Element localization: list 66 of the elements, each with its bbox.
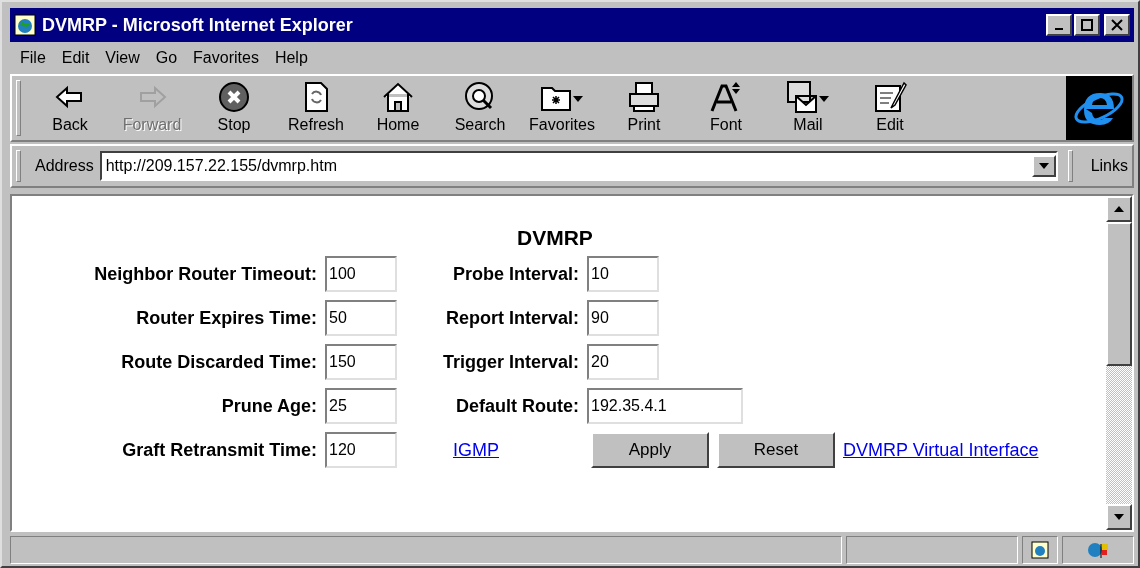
input-field[interactable]: 10 bbox=[587, 256, 659, 292]
input-field[interactable]: 150 bbox=[325, 344, 397, 380]
links-button[interactable]: Links bbox=[1086, 157, 1132, 175]
stop-icon bbox=[217, 80, 251, 114]
field-label: Report Interval: bbox=[444, 307, 580, 329]
field-label: Default Route: bbox=[455, 395, 580, 417]
caret-icon bbox=[1038, 163, 1049, 169]
address-field[interactable]: http://209.157.22.155/dvmrp.htm bbox=[99, 151, 1058, 181]
toolbar-button[interactable]: Search bbox=[439, 80, 521, 134]
input-field[interactable]: 20 bbox=[587, 344, 659, 380]
maximize-icon bbox=[1081, 19, 1093, 31]
toolbar-button[interactable]: Font bbox=[685, 80, 767, 134]
field-label: Route Discarded Time: bbox=[120, 351, 318, 373]
page-globe-icon bbox=[1031, 541, 1049, 559]
input-field[interactable]: 90 bbox=[587, 300, 659, 336]
menu-item[interactable]: View bbox=[99, 47, 146, 69]
input-field[interactable]: 120 bbox=[325, 432, 397, 468]
menu-item[interactable]: Edit bbox=[55, 47, 96, 69]
network-zone-icon bbox=[1087, 541, 1109, 559]
scroll-up-button[interactable] bbox=[1106, 196, 1132, 222]
up-caret-icon bbox=[1114, 206, 1124, 212]
menu-item[interactable]: Go bbox=[149, 47, 184, 69]
field-label: Prune Age: bbox=[220, 395, 318, 417]
menu-item[interactable]: File bbox=[14, 47, 52, 69]
toolbar-button[interactable]: Edit bbox=[849, 80, 931, 134]
menu-item[interactable]: Help bbox=[268, 47, 314, 69]
page-heading: DVMRP bbox=[517, 226, 593, 250]
mail-icon bbox=[786, 80, 830, 114]
field-label: Router Expires Time: bbox=[135, 307, 318, 329]
scrollbar[interactable] bbox=[1106, 196, 1132, 530]
input-field[interactable]: 100 bbox=[325, 256, 397, 292]
close-button[interactable] bbox=[1104, 14, 1130, 36]
page-globe-icon bbox=[14, 14, 36, 36]
toolbar-button[interactable]: Mail bbox=[767, 80, 849, 134]
font-size-icon bbox=[709, 80, 743, 114]
dropdown-button[interactable] bbox=[1031, 155, 1056, 177]
input-field[interactable]: 25 bbox=[325, 388, 397, 424]
window-title: DVMRP - Microsoft Internet Explorer bbox=[42, 14, 354, 36]
printer-icon bbox=[627, 80, 661, 114]
menu-item[interactable]: Favorites bbox=[187, 47, 265, 69]
close-icon bbox=[1111, 19, 1123, 31]
form-button[interactable]: Reset bbox=[717, 432, 835, 468]
toolbar-button[interactable]: Print bbox=[603, 80, 685, 134]
input-field[interactable]: 50 bbox=[325, 300, 397, 336]
minimize-button[interactable] bbox=[1046, 14, 1072, 36]
toolbar-button[interactable]: Home bbox=[357, 80, 439, 134]
virtual-interface-link[interactable]: DVMRP Virtual Interface bbox=[843, 439, 1039, 461]
toolbar-button[interactable]: Back bbox=[29, 80, 111, 134]
minimize-icon bbox=[1055, 28, 1063, 30]
toolbar-button[interactable]: Stop bbox=[193, 80, 275, 134]
igmp-link[interactable]: IGMP bbox=[453, 439, 499, 460]
field-label: Probe Interval: bbox=[451, 263, 580, 285]
caret-icon bbox=[1114, 514, 1124, 520]
toolbar-button[interactable]: Favorites bbox=[521, 80, 603, 134]
input-field[interactable]: 192.35.4.1 bbox=[587, 388, 743, 424]
scroll-down-button[interactable] bbox=[1106, 504, 1132, 530]
maximize-button[interactable] bbox=[1074, 14, 1100, 36]
toolbar-button[interactable]: Refresh bbox=[275, 80, 357, 134]
home-icon bbox=[381, 80, 415, 114]
address-label: Address bbox=[35, 157, 94, 175]
form-button[interactable]: Apply bbox=[591, 432, 709, 468]
field-label: Trigger Interval: bbox=[441, 351, 580, 373]
edit-pencil-icon bbox=[873, 80, 907, 114]
field-label: Graft Retransmit Time: bbox=[121, 439, 318, 461]
scroll-thumb[interactable] bbox=[1106, 222, 1132, 366]
field-label: Neighbor Router Timeout: bbox=[93, 263, 318, 285]
